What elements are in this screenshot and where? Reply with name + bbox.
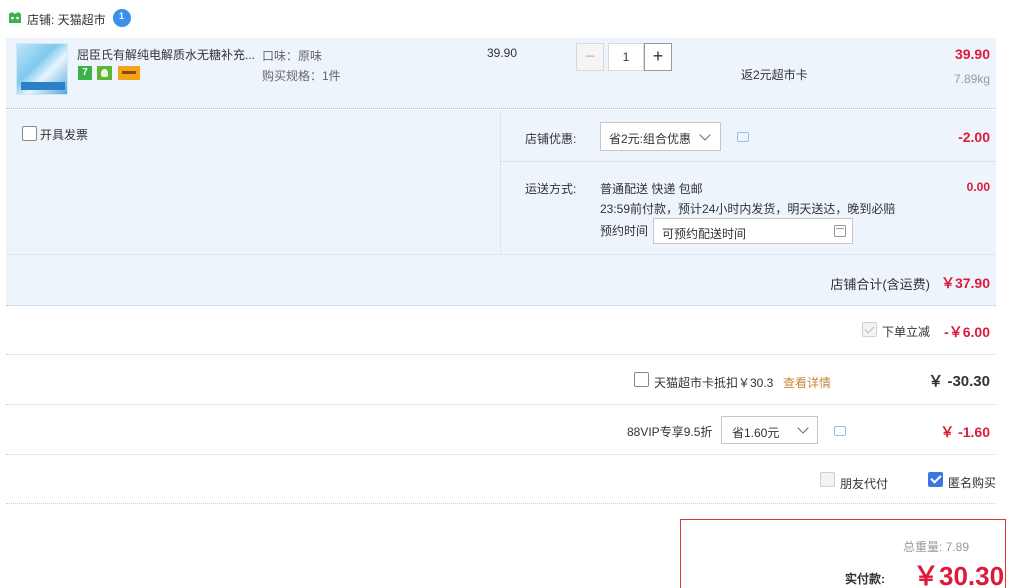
chevron-down-icon <box>699 129 711 141</box>
calendar-icon <box>834 225 846 237</box>
shop-header: 店铺: 天猫超市 1 <box>0 0 1012 38</box>
chevron-down-icon <box>797 422 809 434</box>
friend-pay-checkbox[interactable] <box>820 472 835 487</box>
shop-name-link[interactable]: 店铺: 天猫超市 <box>27 11 106 28</box>
invoice-label[interactable]: 开具发票 <box>40 126 88 143</box>
order-options-row: 朋友代付 匿名购买 <box>6 456 996 504</box>
shop-discount-select[interactable]: 省2元:组合优惠 <box>600 122 721 151</box>
instant-discount-label: 下单立减 <box>882 325 931 339</box>
vip-discount-label: 88VIP专享9.5折 <box>627 425 713 439</box>
view-details-link[interactable]: 查看详情 <box>783 374 831 391</box>
shipping-description: 23:59前付款，预计24小时内发货，明天送达，晚到必赔 <box>600 202 896 216</box>
chat-badge: 1 <box>119 11 125 21</box>
shipping-amount: 0.00 <box>966 180 990 194</box>
shipping-label: 运送方式: <box>525 182 577 196</box>
vip-discount-row: 88VIP专享9.5折 省1.60元 ￥ -1.60 <box>6 406 996 455</box>
quantity-decrease-button[interactable]: − <box>576 43 604 71</box>
appointment-time-value: 可预约配送时间 <box>662 227 747 241</box>
shipping-row: 运送方式: 普通配送 快递 包邮 23:59前付款，预计24小时内发货，明天送达… <box>501 162 996 254</box>
invoice-checkbox[interactable] <box>22 126 37 141</box>
shop-subtotal-amount: ￥37.90 <box>940 275 990 291</box>
item-thumbnail[interactable] <box>16 43 68 95</box>
shop-discount-row: 店铺优惠: 省2元:组合优惠 -2.00 <box>501 110 996 162</box>
appointment-label: 预约时间 <box>600 224 649 238</box>
item-unit-price: 39.90 <box>487 46 518 60</box>
item-rebate: 返2元超市卡 <box>741 68 808 82</box>
shop-discount-amount: -2.00 <box>958 129 990 145</box>
quantity-input[interactable]: 1 <box>608 43 644 71</box>
friend-pay-label[interactable]: 朋友代付 <box>840 475 888 492</box>
order-detail-block: 开具发票 店铺优惠: 省2元:组合优惠 -2.00 运送方式: 普通配送 快递 … <box>6 110 996 254</box>
shop-subtotal-label: 店铺合计(含运费) <box>830 277 930 292</box>
vip-discount-amount: ￥ -1.60 <box>940 424 990 440</box>
appointment-time-input[interactable]: 可预约配送时间 <box>653 218 853 244</box>
shop-icon <box>9 12 21 23</box>
shipping-method: 普通配送 快递 包邮 <box>600 182 703 196</box>
instant-discount-checkbox <box>862 322 877 337</box>
supermarket-card-amount: ￥ -30.30 <box>928 373 990 390</box>
total-weight: 总重量: 7.89 <box>903 540 970 554</box>
actual-payment-label: 实付款: <box>845 572 885 586</box>
item-title-link[interactable]: 屈臣氏有解纯电解质水无糖补充... <box>77 46 257 63</box>
item-total-price: 39.90 <box>954 46 990 62</box>
payment-summary-box: 总重量: 7.89 实付款: ￥30.30 <box>680 519 1006 588</box>
comment-icon[interactable] <box>834 426 846 436</box>
shop-subtotal-row: 店铺合计(含运费) ￥37.90 <box>6 254 996 306</box>
eco-leaf-icon[interactable] <box>97 66 112 80</box>
comment-icon[interactable] <box>737 132 749 142</box>
instant-discount-amount: -￥6.00 <box>944 324 990 340</box>
chat-wangwang-icon[interactable]: 1 <box>113 9 131 27</box>
vip-discount-value: 省1.60元 <box>732 426 780 440</box>
item-flavor: 口味：原味 <box>262 49 323 63</box>
item-weight: 7.89kg <box>953 72 990 86</box>
item-spec: 购买规格：1件 <box>262 69 341 83</box>
anonymous-purchase-checkbox[interactable] <box>928 472 943 487</box>
supermarket-card-row: 天猫超市卡抵扣￥30.3 查看详情 ￥ -30.30 <box>6 356 996 405</box>
quantity-increase-button[interactable]: + <box>644 43 672 71</box>
shop-discount-value: 省2元:组合优惠 <box>609 132 692 146</box>
actual-payment-amount: ￥30.30 <box>913 561 1005 588</box>
supermarket-card-checkbox[interactable] <box>634 372 649 387</box>
shop-discount-label: 店铺优惠: <box>525 132 577 146</box>
seven-day-return-icon[interactable]: 7 <box>78 66 92 80</box>
supermarket-card-label[interactable]: 天猫超市卡抵扣￥30.3 <box>654 374 773 391</box>
vip-discount-select[interactable]: 省1.60元 <box>721 416 818 444</box>
instant-discount-row: 下单立减 -￥6.00 <box>6 306 996 355</box>
item-row: 屈臣氏有解纯电解质水无糖补充... 7 口味：原味 购买规格：1件 39.90 … <box>6 38 996 109</box>
anonymous-purchase-label[interactable]: 匿名购买 <box>948 474 996 491</box>
credit-card-icon[interactable] <box>118 66 140 80</box>
